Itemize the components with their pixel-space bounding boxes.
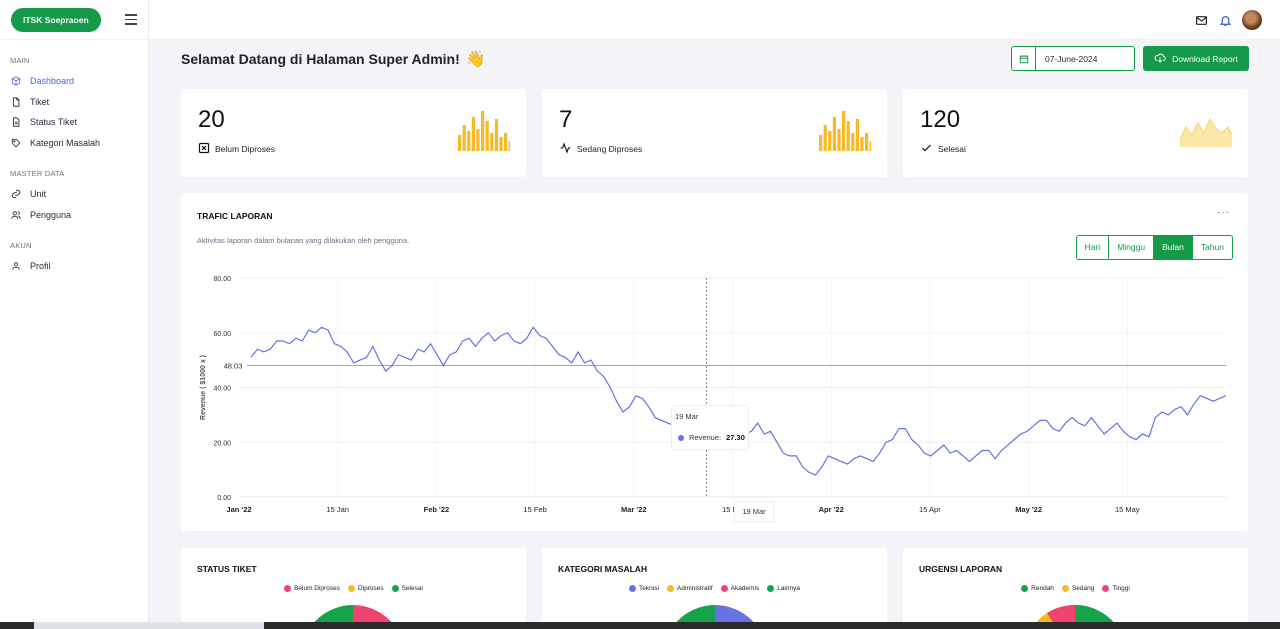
sidebar-item-tiket[interactable]: Tiket (0, 92, 148, 113)
stat-card-belum-diproses: 20 Belum Diproses (181, 89, 526, 177)
tooltip-value: 27.30 (726, 433, 745, 442)
date-picker[interactable]: 07-June-2024 (1011, 46, 1135, 71)
series-line (250, 326, 1227, 476)
y-tick-label: 80.00 (213, 276, 231, 283)
check-icon (920, 142, 933, 156)
y-tick-label: 40.00 (213, 386, 231, 393)
series-dot (678, 434, 684, 441)
sidebar-item-label: Dashboard (30, 76, 75, 87)
sidebar-item-dashboard[interactable]: Dashboard (0, 71, 148, 92)
stat-card-selesai: 120 Selesai (903, 89, 1248, 177)
y-tick-label: 60.00 (213, 331, 231, 338)
nav-section-main: MAIN (10, 56, 30, 65)
activity-icon (559, 142, 572, 156)
pie-chart[interactable] (181, 548, 526, 629)
download-report-button[interactable]: Download Report (1143, 46, 1249, 71)
download-report-label: Download Report (1172, 53, 1238, 64)
x-tick-label: Mar '22 (621, 505, 647, 514)
stat-label: Belum Diproses (215, 144, 275, 154)
file-icon (11, 97, 21, 107)
x-square-icon (198, 142, 210, 156)
cloud-download-icon (1154, 52, 1166, 66)
stat-value: 20 (198, 106, 225, 133)
menu-toggle-icon[interactable] (124, 14, 137, 25)
sparkline-area (1180, 117, 1232, 147)
sidebar-item-kategori-masalah[interactable]: Kategori Masalah (0, 133, 148, 154)
y-axis-label: Revenue ( $1000 x ) (200, 355, 207, 420)
pie-chart[interactable] (542, 548, 887, 629)
tag-icon (11, 138, 21, 148)
user-icon (11, 261, 21, 271)
sidebar-item-label: Status Tiket (30, 117, 78, 128)
y-tick-label: 0.00 (217, 495, 231, 502)
cube-icon (11, 76, 21, 86)
stat-label-row: Selesai (920, 142, 966, 156)
topbar-actions (1194, 10, 1262, 30)
x-tick-label: 15 Feb (523, 505, 546, 514)
os-taskbar (0, 622, 1280, 629)
topbar (149, 0, 1280, 40)
status-tiket-card: STATUS TIKET Belum Diproses Diproses Sel… (181, 548, 526, 629)
stat-value: 7 (559, 106, 573, 133)
brand-row: ITSK Soepraoen (0, 0, 148, 40)
sidebar-item-label: Pengguna (30, 209, 72, 220)
file-text-icon (11, 117, 21, 127)
annotation-label: 48.03 (224, 362, 243, 371)
calendar-icon (1012, 47, 1036, 70)
y-tick-label: 20.00 (213, 440, 231, 447)
tooltip-series: Revenue: (689, 433, 722, 442)
x-tick-label: Apr '22 (819, 505, 844, 514)
avatar[interactable] (1242, 10, 1262, 30)
kategori-masalah-card: KATEGORI MASALAH Teknisi Administratif A… (542, 548, 887, 629)
sparkline-bars (819, 111, 871, 151)
bell-icon[interactable] (1218, 13, 1232, 27)
sidebar-item-label: Kategori Masalah (30, 137, 101, 148)
stat-label-row: Belum Diproses (198, 142, 275, 156)
stat-card-sedang-diproses: 7 Sedang Diproses (542, 89, 887, 177)
x-axis-tooltip: 19 Mar (734, 501, 774, 522)
users-icon (11, 210, 21, 220)
stat-value: 120 (920, 106, 961, 133)
traffic-line-chart[interactable]: 0.00 20.00 40.00 60.00 80.00 Jan '22 15 Jan Feb… (181, 193, 1248, 531)
wave-emoji: 👋 (465, 51, 486, 68)
pie-chart[interactable] (903, 548, 1248, 629)
nav-section-master-data: MASTER DATA (10, 169, 65, 178)
mail-icon[interactable] (1194, 13, 1208, 27)
link-icon (11, 189, 21, 199)
nav-section-akun: AKUN (10, 241, 32, 250)
date-value: 07-June-2024 (1045, 53, 1098, 64)
stat-label-row: Sedang Diproses (559, 142, 642, 156)
x-tick-label: May '22 (1015, 505, 1042, 514)
sidebar-item-label: Profil (30, 261, 51, 272)
x-tick-label: 15 Jan (326, 505, 349, 514)
tooltip-row: Revenue: 27.30 (678, 433, 745, 442)
stat-label: Sedang Diproses (577, 144, 643, 154)
x-tick-label: 15 May (1115, 505, 1140, 514)
welcome-text: Selamat Datang di Halaman Super Admin! (181, 51, 460, 67)
traffic-card: TRAFIC LAPORAN Aktivitas laporan dalam b… (181, 193, 1248, 531)
brand-logo[interactable]: ITSK Soepraoen (11, 7, 101, 32)
sidebar-item-label: Unit (30, 189, 47, 200)
taskbar-window (34, 622, 264, 629)
urgensi-laporan-card: URGENSI LAPORAN Rendah Sedang Tinggi (903, 548, 1248, 629)
sidebar-item-profil[interactable]: Profil (0, 256, 148, 277)
sidebar-item-pengguna[interactable]: Pengguna (0, 205, 148, 226)
sidebar: ITSK Soepraoen MAIN Dashboard Tiket Stat… (0, 0, 149, 629)
sidebar-item-unit[interactable]: Unit (0, 184, 148, 205)
sparkline-bars (458, 111, 510, 151)
chart-tooltip: 19 Mar Revenue: 27.30 (671, 405, 749, 450)
sidebar-item-label: Tiket (30, 96, 50, 107)
x-tick-label: Feb '22 (424, 505, 450, 514)
stat-label: Selesai (938, 144, 966, 154)
x-tick-label: 15 Apr (919, 505, 941, 514)
tooltip-title: 19 Mar (675, 412, 699, 421)
x-tick-label: Jan '22 (226, 505, 251, 514)
sidebar-item-status-tiket[interactable]: Status Tiket (0, 112, 148, 133)
page-title: Selamat Datang di Halaman Super Admin! 👋 (181, 49, 486, 69)
